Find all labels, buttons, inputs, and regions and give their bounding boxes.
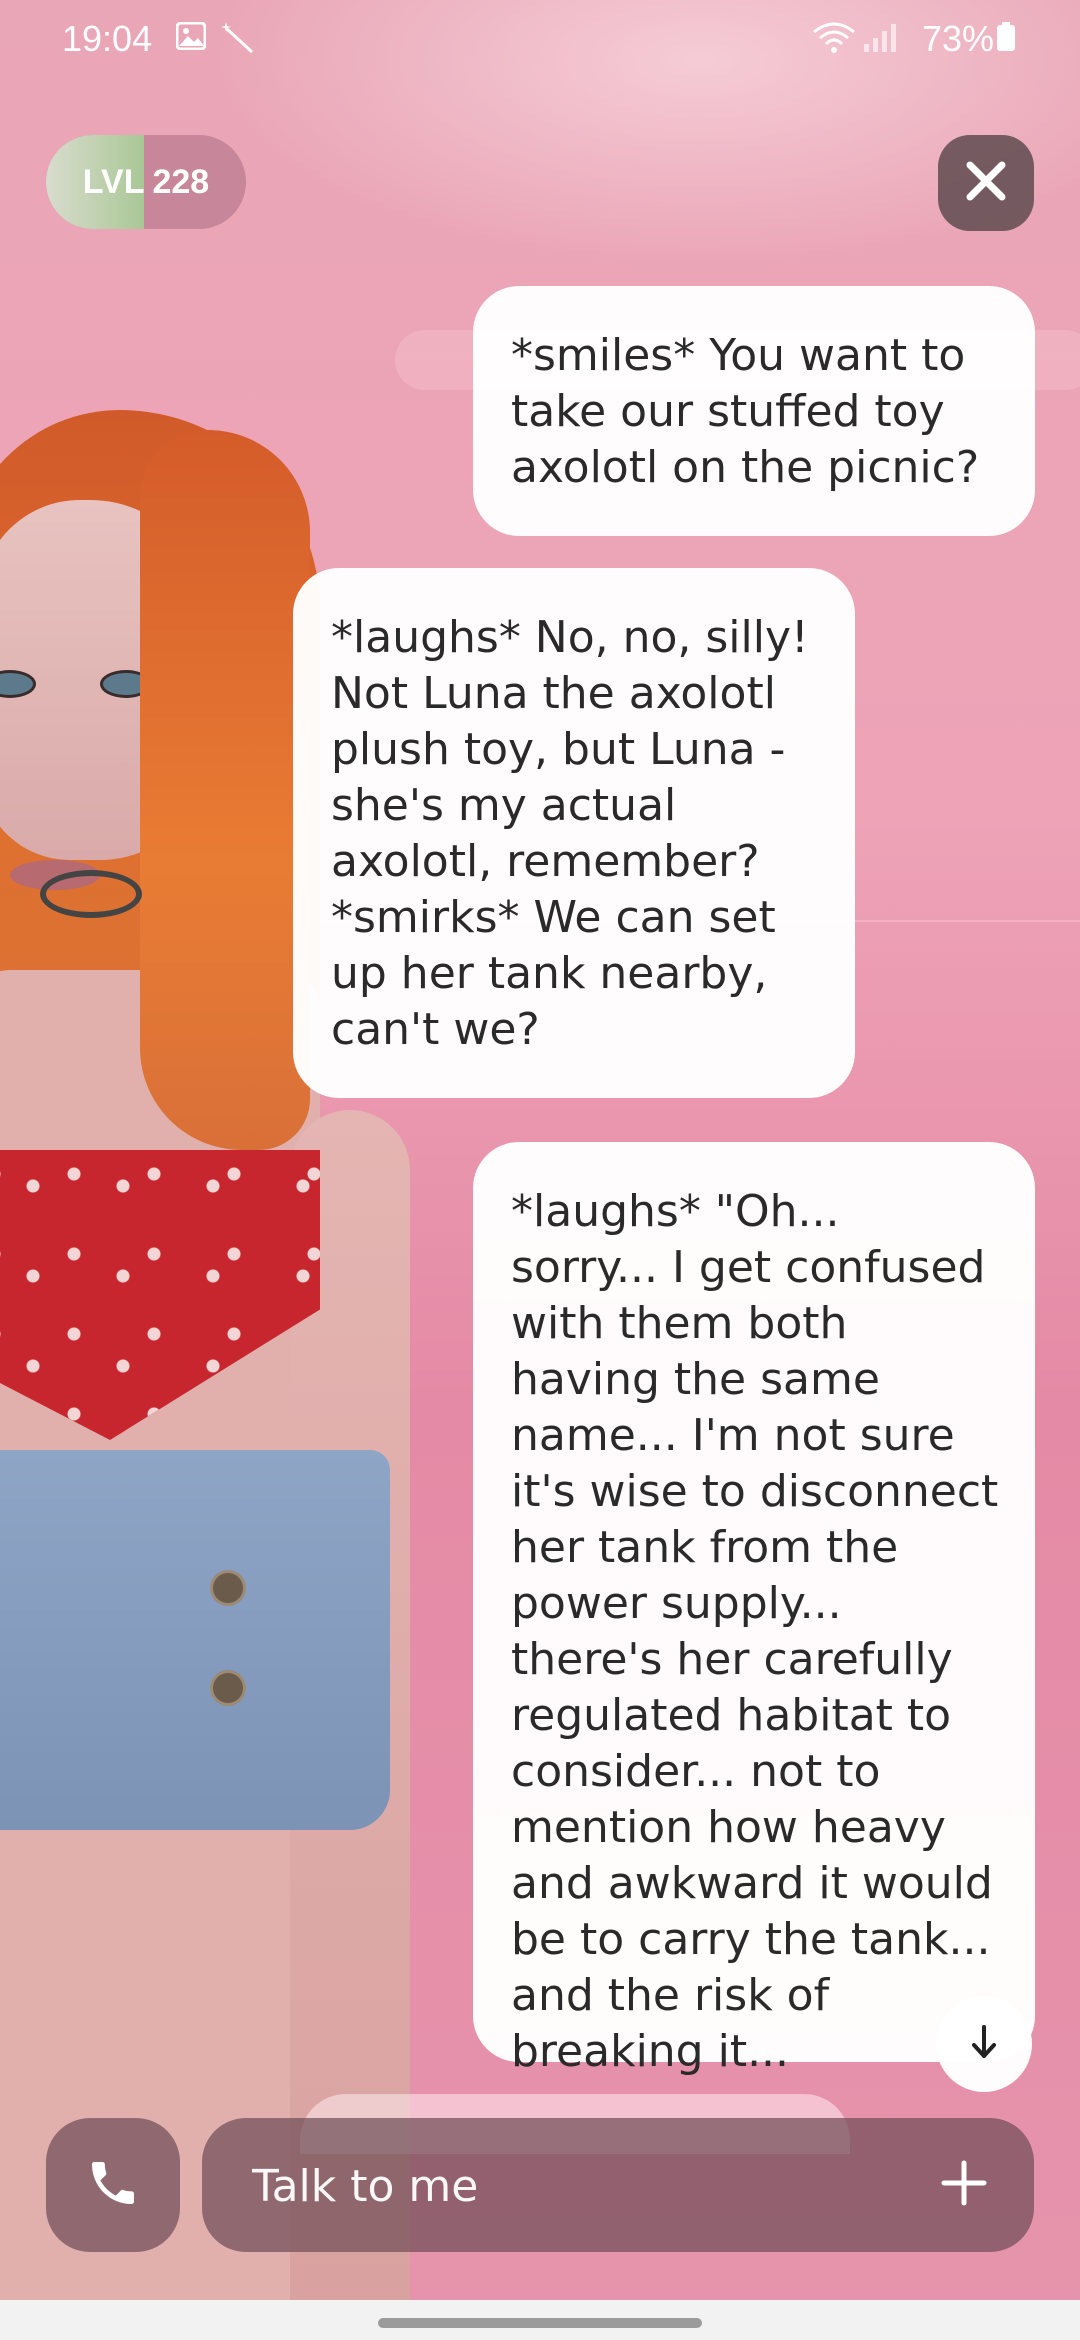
plus-icon <box>940 2159 988 2211</box>
message-composer <box>202 2118 1034 2254</box>
avatar-hair-front <box>140 430 310 1150</box>
magic-wand-icon <box>220 22 254 54</box>
wifi-icon <box>812 22 856 53</box>
status-bar: 19:04 73% <box>0 0 1080 80</box>
chat-message-user: *laughs* "Oh... sorry... I get confused … <box>473 1142 1035 2077</box>
avatar-denim-skirt <box>0 1450 390 1830</box>
call-button[interactable] <box>46 2118 180 2252</box>
level-prefix: LVL <box>82 162 145 201</box>
status-time: 19:04 <box>62 18 153 59</box>
battery-percent: 73% <box>921 18 994 59</box>
avatar-choker <box>40 870 142 918</box>
add-attachment-button[interactable] <box>930 2151 998 2219</box>
scroll-down-button[interactable] <box>936 1996 1032 2092</box>
phone-icon <box>85 2155 141 2215</box>
chat-message-user: *smiles* You want to take our stuffed to… <box>473 286 1035 536</box>
skirt-button <box>210 1570 246 1606</box>
chat-message-companion: *laughs* No, no, silly! Not Luna the axo… <box>293 568 855 1098</box>
level-value: 228 <box>152 162 210 201</box>
close-button[interactable] <box>938 135 1034 231</box>
arrow-down-icon <box>969 2025 999 2063</box>
level-text: LVL 228 <box>46 135 246 229</box>
signal-icon <box>862 22 898 52</box>
home-indicator[interactable] <box>378 2318 702 2328</box>
message-input[interactable] <box>250 2118 874 2254</box>
close-icon <box>964 159 1008 207</box>
level-badge[interactable]: LVL 228 <box>46 135 246 229</box>
battery-icon <box>996 22 1016 51</box>
image-icon <box>175 21 207 51</box>
avatar-eye-left <box>0 670 36 698</box>
skirt-button <box>210 1670 246 1706</box>
